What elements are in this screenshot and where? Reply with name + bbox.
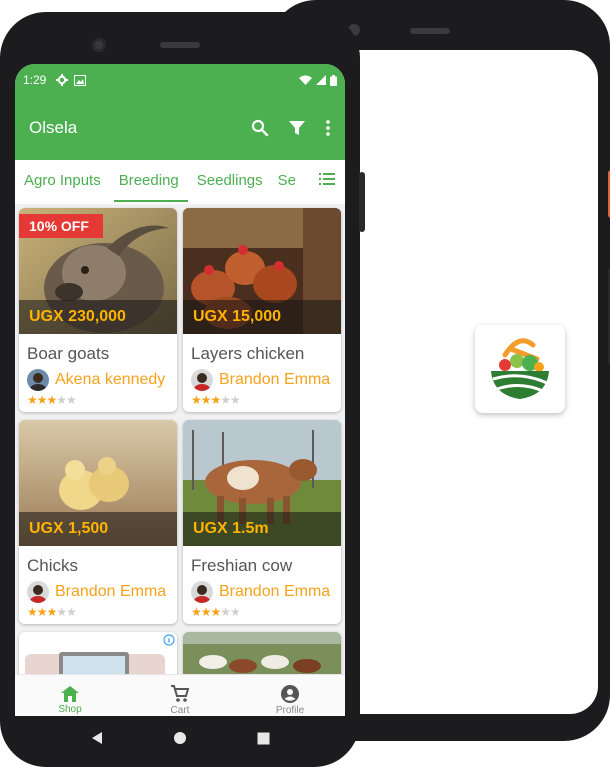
nav-cart[interactable]: Cart: [125, 675, 235, 716]
product-price: UGX 15,000: [183, 300, 341, 334]
battery-icon: [330, 74, 337, 86]
settings-icon: [56, 74, 69, 86]
front-phone-power-button: [359, 172, 365, 232]
product-card[interactable]: [183, 632, 341, 674]
splash-screen: [358, 50, 598, 714]
product-card[interactable]: UGX 1.5m Freshian cow Brandon Emma ★★★★★: [183, 420, 341, 624]
seller-avatar: [27, 369, 49, 391]
app-bar: Olsela: [15, 96, 345, 160]
front-phone-camera: [92, 38, 106, 52]
seller[interactable]: Brandon Emma: [191, 580, 341, 604]
nav-shop-label: Shop: [58, 704, 82, 715]
product-name: Boar goats: [27, 344, 110, 363]
ad-card[interactable]: [19, 632, 177, 674]
seller-avatar: [27, 581, 49, 603]
nav-shop[interactable]: Shop: [15, 675, 125, 716]
seller-name: Brandon Emma: [219, 371, 331, 388]
seller-name: Brandon Emma: [55, 583, 167, 600]
account-circle-icon: [281, 685, 299, 703]
product-price: UGX 1,500: [19, 512, 177, 546]
product-grid: 10% OFF UGX 230,000 Boar goats Akena ken…: [15, 204, 345, 674]
more-vert-icon[interactable]: [325, 120, 331, 136]
product-card[interactable]: 10% OFF UGX 230,000 Boar goats Akena ken…: [19, 208, 177, 412]
seller[interactable]: Akena kennedy: [27, 368, 177, 392]
image-icon: [74, 74, 87, 86]
tab-agro-inputs[interactable]: Agro Inputs: [15, 160, 110, 202]
app-title: Olsela: [29, 118, 78, 137]
tab-breeding[interactable]: Breeding: [110, 160, 188, 202]
wifi-icon: [299, 75, 312, 85]
app-screen: 1:29 Olsela Agro Inputs Breeding Seedlin: [15, 64, 345, 716]
back-phone-speaker: [410, 28, 450, 34]
list-view-icon[interactable]: [319, 172, 335, 186]
seller[interactable]: Brandon Emma: [191, 368, 341, 392]
rating-stars: ★★★★★: [191, 605, 241, 619]
filter-icon[interactable]: [289, 120, 305, 136]
product-card[interactable]: UGX 15,000 Layers chicken Brandon Emma ★…: [183, 208, 341, 412]
tab-seedlings[interactable]: Seedlings: [188, 160, 272, 202]
product-price: UGX 1.5m: [183, 512, 341, 546]
signal-icon: [316, 75, 326, 85]
seller-name: Brandon Emma: [219, 583, 331, 600]
bottom-navigation: Shop Cart Profile: [15, 674, 345, 716]
rating-stars: ★★★★★: [191, 393, 241, 407]
system-navigation: [15, 716, 345, 760]
product-price: UGX 230,000: [19, 300, 177, 334]
home-button-icon[interactable]: [173, 731, 187, 745]
front-phone: 1:29 Olsela Agro Inputs Breeding Seedlin: [0, 12, 365, 767]
product-card[interactable]: UGX 1,500 Chicks Brandon Emma ★★★★★: [19, 420, 177, 624]
app-logo: [475, 325, 565, 413]
seller-avatar: [191, 369, 213, 391]
product-name: Freshian cow: [191, 556, 293, 575]
discount-badge: 10% OFF: [19, 214, 103, 238]
product-name: Chicks: [27, 556, 79, 575]
seller[interactable]: Brandon Emma: [27, 580, 177, 604]
rating-stars: ★★★★★: [27, 393, 77, 407]
product-name: Layers chicken: [191, 344, 305, 363]
rating-stars: ★★★★★: [27, 605, 77, 619]
seller-name: Akena kennedy: [55, 371, 166, 388]
seller-avatar: [191, 581, 213, 603]
status-bar: 1:29: [15, 64, 345, 96]
home-icon: [61, 686, 79, 702]
category-tabs: Agro Inputs Breeding Seedlings Se: [15, 160, 345, 202]
back-icon[interactable]: [90, 731, 104, 745]
status-time: 1:29: [23, 73, 47, 87]
nav-profile-label: Profile: [275, 705, 305, 716]
cart-icon: [171, 685, 189, 702]
nav-profile[interactable]: Profile: [235, 675, 345, 716]
nav-cart-label: Cart: [170, 705, 190, 716]
front-phone-speaker: [160, 42, 200, 48]
recents-icon[interactable]: [257, 732, 270, 745]
search-icon[interactable]: [251, 119, 269, 137]
tab-partial[interactable]: Se: [272, 160, 296, 202]
